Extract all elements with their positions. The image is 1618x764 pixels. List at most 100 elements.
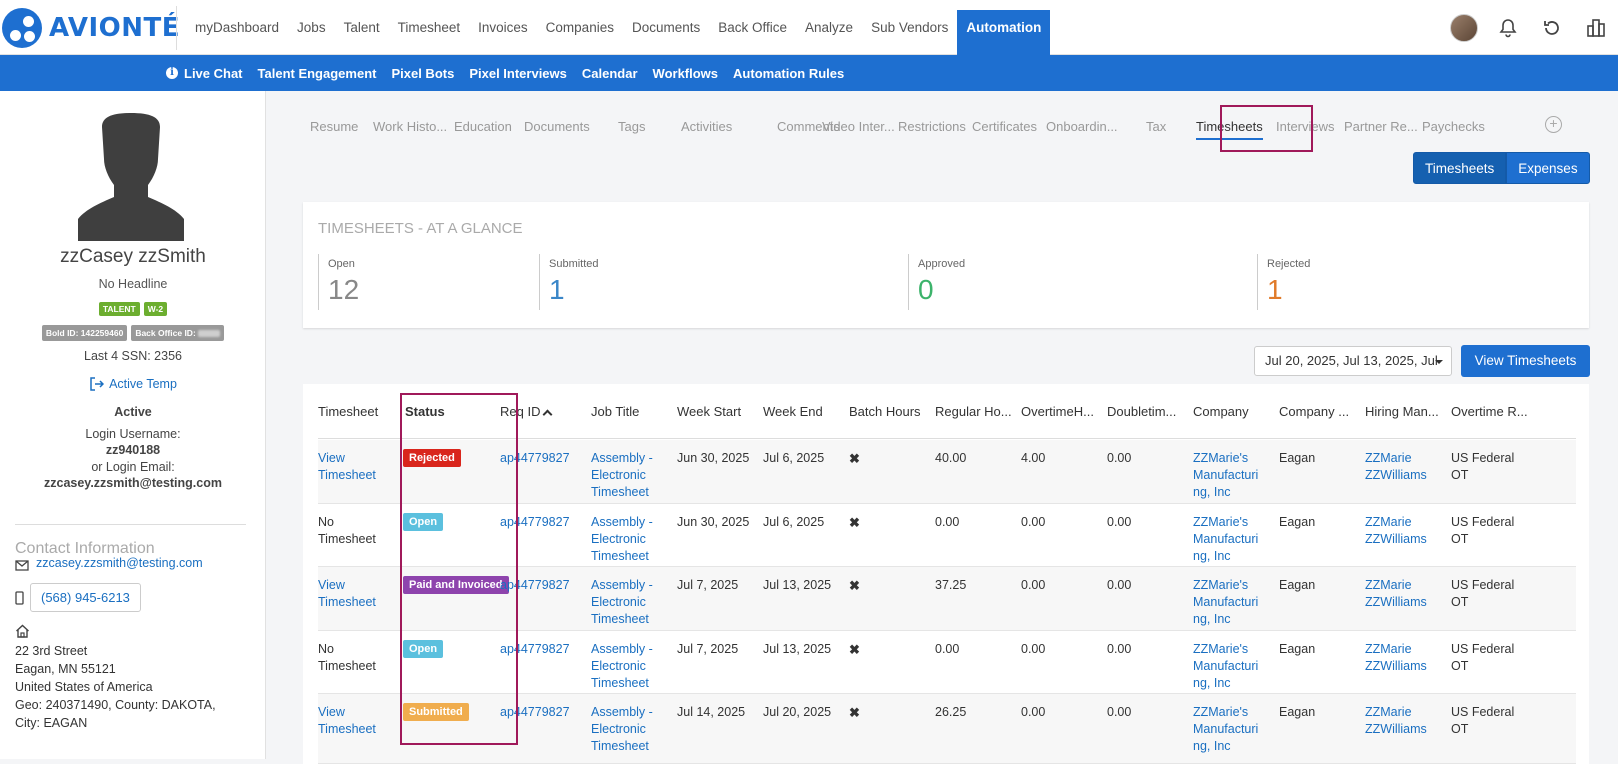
history-icon[interactable] [1530,12,1574,44]
col-header-regular-ho[interactable]: Regular Ho... [935,404,1012,419]
col-header-week-start[interactable]: Week Start [677,404,741,419]
col-header-week-end[interactable]: Week End [763,404,823,419]
subnav-item-talent-engagement[interactable]: Talent Engagement [258,66,377,81]
address-line: Geo: 240371490, County: DAKOTA, [15,698,216,712]
tab-documents[interactable]: Documents [524,109,590,147]
job-title-link[interactable]: Assembly - Electronic Timesheet [591,641,653,692]
no-timesheet-text-line: No [318,515,334,529]
tab-paychecks[interactable]: Paychecks [1422,109,1485,147]
brand-name: AVIONTÉ [49,13,181,43]
col-header-job-title[interactable]: Job Title [591,404,639,419]
job-title-link-line: Assembly - [591,515,653,529]
nav-item-invoices[interactable]: Invoices [469,10,537,54]
week-date-select[interactable]: Jul 20, 2025, Jul 13, 2025, Jul [1254,346,1452,376]
company-city: Eagan [1279,642,1316,656]
company-link-line: Manufacturi [1193,532,1259,546]
nav-item-back-office[interactable]: Back Office [709,10,796,54]
buildings-icon[interactable] [1574,12,1618,44]
bell-icon[interactable] [1486,12,1530,44]
hiring-manager-link[interactable]: ZZMarie ZZWilliams [1365,450,1427,484]
add-tab-icon[interactable]: + [1545,116,1562,133]
hiring-manager-link[interactable]: ZZMarie ZZWilliams [1365,641,1427,675]
view-timesheet-link[interactable]: View Timesheet [318,450,376,484]
col-header-overtime-r[interactable]: Overtime R... [1451,404,1528,419]
subnav-item-calendar[interactable]: Calendar [582,66,638,81]
talent-tags: TALENT W-2 [0,302,266,316]
company-link[interactable]: ZZMarie's Manufacturi ng, Inc [1193,577,1258,628]
col-header-hiring-man[interactable]: Hiring Man... [1365,404,1439,419]
phone-number[interactable]: (568) 945-6213 [30,583,141,612]
nav-item-jobs[interactable]: Jobs [288,10,335,54]
batch-hours-icon: ✖ [849,641,860,659]
sort-ascending-icon[interactable] [543,409,553,420]
avionte-logo[interactable]: AVIONTÉ [2,7,180,49]
col-header-company[interactable]: Company ... [1279,404,1349,419]
doubletime-hours: 0.00 [1107,705,1132,719]
company-link[interactable]: ZZMarie's Manufacturi ng, Inc [1193,450,1258,501]
hiring-manager-link[interactable]: ZZMarie ZZWilliams [1365,704,1427,738]
nav-item-sub-vendors[interactable]: Sub Vendors [862,10,957,54]
job-title-link[interactable]: Assembly - Electronic Timesheet [591,514,653,565]
top-navbar: AVIONTÉ myDashboard Jobs Talent Timesheet In… [0,0,1618,55]
user-avatar[interactable] [1442,12,1486,44]
tab-restrictions[interactable]: Restrictions [898,109,966,147]
col-header-company[interactable]: Company [1193,404,1249,419]
nav-item-mydashboard[interactable]: myDashboard [186,10,288,54]
tab-activities[interactable]: Activities [681,109,732,147]
job-title-link[interactable]: Assembly - Electronic Timesheet [591,704,653,755]
view-timesheet-link[interactable]: View Timesheet [318,577,376,611]
timesheets-toggle-button[interactable]: Timesheets [1413,152,1507,184]
job-title-link[interactable]: Assembly - Electronic Timesheet [591,450,653,501]
tab-video-inter[interactable]: Video Inter... [822,109,895,147]
tab-partner-re[interactable]: Partner Re... [1344,109,1418,147]
tab-education[interactable]: Education [454,109,512,147]
nav-item-automation[interactable]: Automation [957,10,1051,55]
subnav-item-pixel-interviews[interactable]: Pixel Interviews [469,66,567,81]
col-header-batch-hours[interactable]: Batch Hours [849,404,921,419]
subnav-item-automation-rules[interactable]: Automation Rules [733,66,844,81]
batch-hours-icon: ✖ [849,577,860,595]
col-header-doubletim[interactable]: Doubletim... [1107,404,1176,419]
nav-item-documents[interactable]: Documents [623,10,709,54]
nav-item-analyze[interactable]: Analyze [796,10,862,54]
hiring-manager-link[interactable]: ZZMarie ZZWilliams [1365,577,1427,611]
subnav-item-workflows[interactable]: Workflows [653,66,719,81]
hiring-manager-link-line: ZZWilliams [1365,659,1427,673]
subnav-item-live-chat[interactable]: i Live Chat [166,66,243,81]
tab-tax[interactable]: Tax [1146,109,1166,147]
view-timesheet-link[interactable]: View Timesheet [318,704,376,738]
company-link[interactable]: ZZMarie's Manufacturi ng, Inc [1193,514,1258,565]
view-timesheets-button[interactable]: View Timesheets [1461,345,1590,377]
week-date-select-value: Jul 20, 2025, Jul 13, 2025, Jul [1265,353,1438,368]
back-office-id-badge: Back Office ID: [131,325,225,341]
subnav-item-pixel-bots[interactable]: Pixel Bots [391,66,454,81]
caret-down-icon [1435,360,1443,364]
avatar[interactable] [1450,14,1478,42]
col-header-timesheet[interactable]: Timesheet [318,404,378,419]
nav-item-timesheet[interactable]: Timesheet [389,10,470,54]
tab-resume[interactable]: Resume [310,109,358,147]
company-link[interactable]: ZZMarie's Manufacturi ng, Inc [1193,641,1258,692]
hiring-manager-link[interactable]: ZZMarie ZZWilliams [1365,514,1427,548]
stat-rejected: Rejected 1 [1257,254,1310,310]
job-title-link-line: Timesheet [591,739,649,753]
expenses-toggle-button[interactable]: Expenses [1506,152,1590,184]
regular-hours: 0.00 [935,515,960,529]
tab-certificates[interactable]: Certificates [972,109,1037,147]
active-temp-link[interactable]: Active Temp [0,377,266,391]
col-header-overtimeh[interactable]: OvertimeH... [1021,404,1094,419]
tab-work-histo[interactable]: Work Histo... [373,109,447,147]
job-title-link[interactable]: Assembly - Electronic Timesheet [591,577,653,628]
regular-hours: 40.00 [935,451,967,465]
job-title-link-line: Electronic [591,659,646,673]
home-icon [16,624,29,638]
logo-mark-icon [2,8,42,48]
company-link[interactable]: ZZMarie's Manufacturi ng, Inc [1193,704,1258,755]
glance-title: TIMESHEETS - AT A GLANCE [318,220,523,237]
tab-tags[interactable]: Tags [618,109,645,147]
tab-onboardin[interactable]: Onboardin... [1046,109,1118,147]
nav-item-companies[interactable]: Companies [537,10,623,54]
nav-item-talent[interactable]: Talent [335,10,389,54]
stat-value: 12 [328,274,360,305]
email-link[interactable]: zzcasey.zzsmith@testing.com [36,556,203,570]
